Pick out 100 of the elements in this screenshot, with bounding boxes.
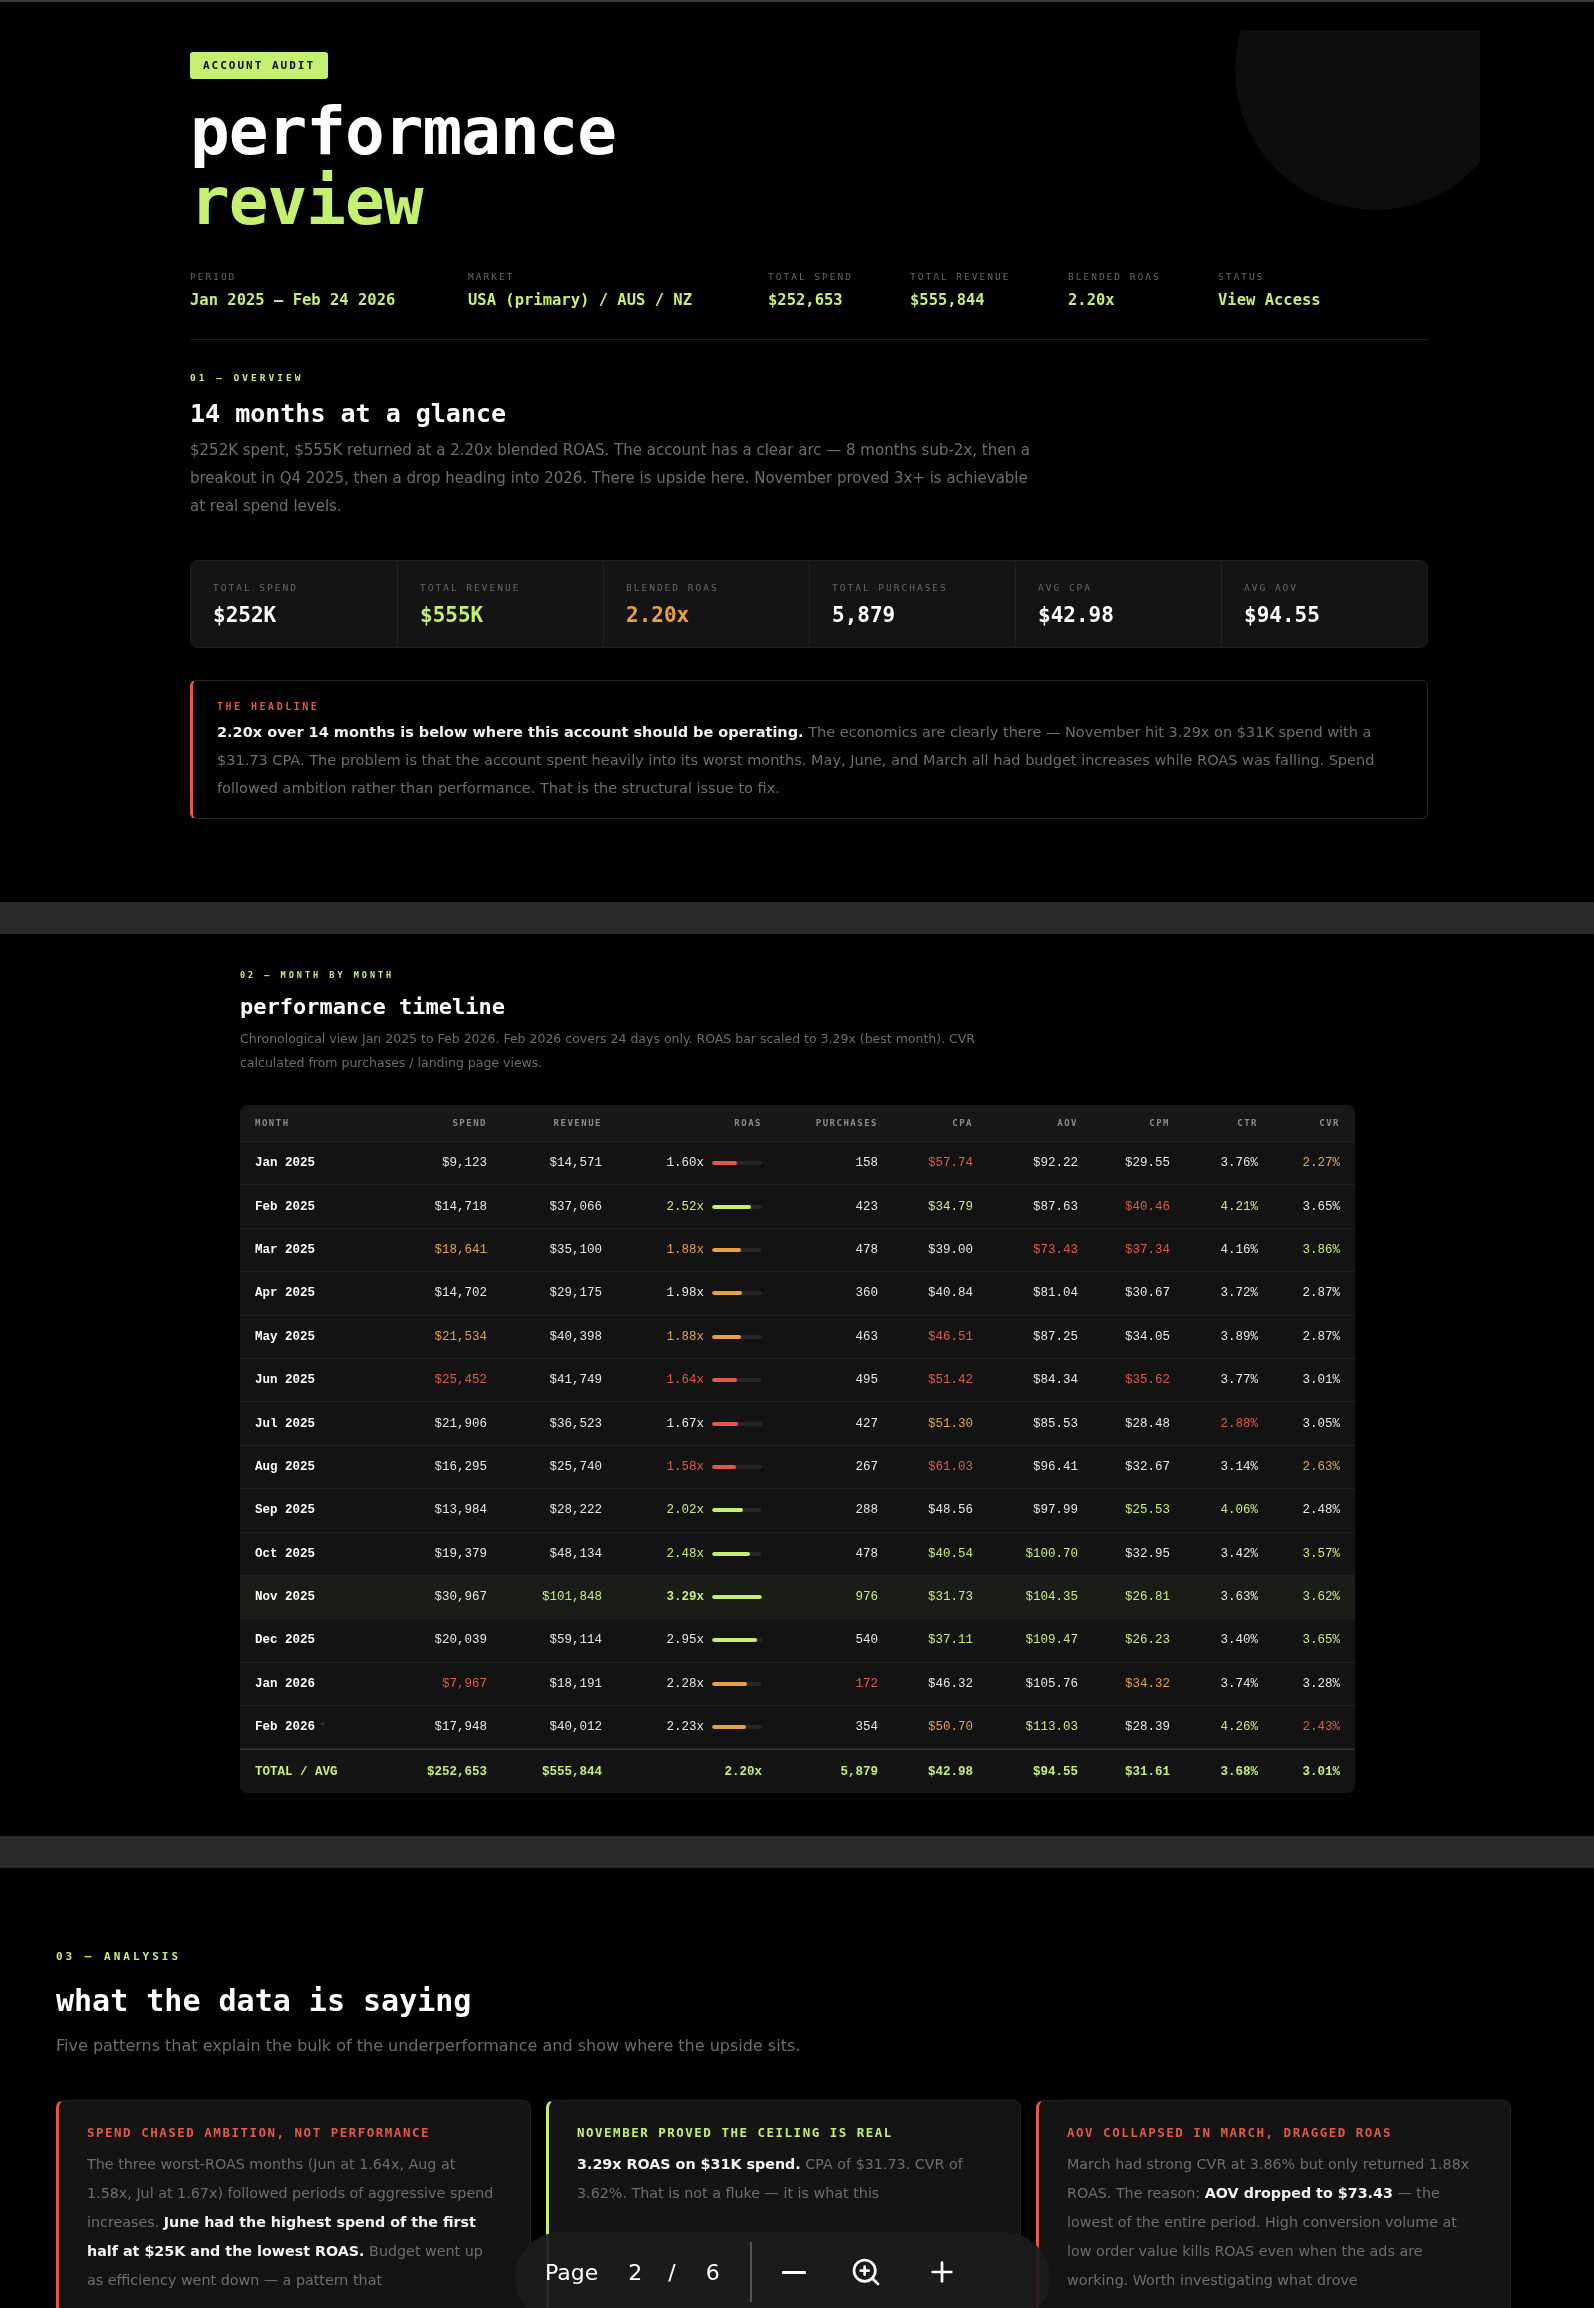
month-cell: Feb 2025 <box>255 1199 315 1214</box>
table-cell-text: 3.89% <box>1219 1329 1258 1344</box>
table-cell-text: 2.88% <box>1219 1416 1258 1431</box>
table-cell-text: $31.61 <box>1124 1764 1170 1779</box>
section-heading: what the data is saying <box>56 1983 473 2018</box>
card-text: The three worst-ROAS months (Jun at 1.64x, Aug at 1.58x, Jul at 1.67x) followed periods of aggressive spend increases. June had the highest spend of the first half at $25K and the lowest ROAS. Budget went up as efficiency went down — a pattern that <box>87 2155 495 2290</box>
table-cell-text: 158 <box>854 1156 878 1171</box>
stat-label: TOTAL REVENUE <box>420 581 522 593</box>
section-heading: performance timeline <box>240 994 506 1019</box>
table-cell-text: 3.42% <box>1219 1546 1258 1561</box>
table-cell-text: $40.46 <box>1124 1199 1170 1214</box>
month-cell: Aug 2025 <box>255 1459 315 1474</box>
stat-label: AVG AOV <box>1244 581 1300 593</box>
table-cell-text: 2.48% <box>1301 1503 1340 1518</box>
table-cell-text: $46.51 <box>927 1329 973 1344</box>
card-title: NOVEMBER PROVED THE CEILING IS REAL <box>577 2125 894 2140</box>
table-cell-text: $28.48 <box>1124 1416 1170 1431</box>
page-label: Page <box>545 2259 599 2285</box>
meta-label: MARKET <box>468 271 516 282</box>
table-cell-text: 976 <box>854 1590 878 1605</box>
table-cell-text: $104.35 <box>1024 1590 1078 1605</box>
table-cell-text: 463 <box>854 1329 878 1344</box>
table-cell-text: $25.53 <box>1124 1503 1170 1518</box>
table-cell-text: $30,967 <box>433 1590 487 1605</box>
table-cell-text: 2.20x <box>723 1764 762 1779</box>
table-cell-text: 4.16% <box>1219 1242 1258 1257</box>
table-cell-text: 478 <box>854 1242 878 1257</box>
column-header: AOV <box>1056 1118 1078 1128</box>
page-number[interactable]: 2 <box>628 2259 643 2285</box>
table-cell-text: 2.27% <box>1301 1156 1340 1171</box>
table-cell: 2.52x <box>666 1199 704 1214</box>
table-cell-text: 540 <box>854 1633 878 1648</box>
table-cell-text: $50.70 <box>927 1720 973 1735</box>
table-cell-text: 3.68% <box>1219 1764 1258 1779</box>
column-header: ROAS <box>733 1118 762 1128</box>
table-cell-text: $39.00 <box>927 1242 973 1257</box>
table-cell-text: $46.32 <box>927 1676 973 1691</box>
table-cell-text: $14,571 <box>548 1156 602 1171</box>
month-cell: Dec 2025 <box>255 1633 315 1648</box>
table-cell-text: 172 <box>854 1676 878 1691</box>
table-cell-text: $81.04 <box>1032 1286 1078 1301</box>
table-cell-text: $48.56 <box>927 1503 973 1518</box>
month-cell: Sep 2025 <box>255 1503 315 1518</box>
table-cell-text: 2.87% <box>1301 1329 1340 1344</box>
section-label: 03 — ANALYSIS <box>56 1950 183 1963</box>
table-cell-text: $37,066 <box>548 1199 602 1214</box>
meta-value: $252,653 <box>768 291 844 309</box>
table-cell-text: $13,984 <box>433 1503 487 1518</box>
meta-label: TOTAL SPEND <box>768 271 854 282</box>
section-intro: $252K spent, $555K returned at a 2.20x blended ROAS. The account has a clear arc — 8 months sub-2x, then a breakout in Q4 2025, then a drop heading into 2026. There is upside here. November proved 3x+ is achievable at real spend levels. <box>190 440 1030 517</box>
table-cell-text: 354 <box>854 1720 878 1735</box>
audit-badge: ACCOUNT AUDIT <box>190 52 329 79</box>
card-text: 3.29x ROAS on $31K spend. CPA of $31.73. CVR of 3.62%. That is not a fluke — it is what this <box>577 2155 964 2203</box>
table-cell-text: $26.81 <box>1124 1590 1170 1605</box>
stat-label: AVG CPA <box>1038 581 1094 593</box>
table-cell-text: $73.43 <box>1032 1242 1078 1257</box>
total-label: TOTAL / AVG <box>255 1764 339 1779</box>
table-cell-text: 4.06% <box>1219 1503 1258 1518</box>
column-header: CPM <box>1148 1118 1170 1128</box>
table-cell-text: 423 <box>854 1199 878 1214</box>
table-cell-text: $109.47 <box>1024 1633 1078 1648</box>
table-cell-text: $32.67 <box>1124 1459 1170 1474</box>
table-cell-text: $17,948 <box>433 1720 487 1735</box>
table-cell-text: $41,749 <box>548 1373 602 1388</box>
zoom-out-button[interactable] <box>781 2270 806 2274</box>
meta-value: Jan 2025 — Feb 24 2026 <box>190 291 397 309</box>
table-cell-text: $101,848 <box>541 1590 602 1605</box>
column-header: PURCHASES <box>814 1118 878 1128</box>
table-cell-text: $92.22 <box>1032 1156 1078 1171</box>
section-label: 02 — MONTH BY MONTH <box>240 970 396 980</box>
table-cell-text: $20,039 <box>433 1633 487 1648</box>
table-cell-text: 3.01% <box>1301 1373 1340 1388</box>
month-cell: Jul 2025 <box>255 1416 315 1431</box>
card-title: AOV COLLAPSED IN MARCH, DRAGGED ROAS <box>1067 2125 1393 2140</box>
table-cell-text: $57.74 <box>927 1156 973 1171</box>
table-cell-text: $29,175 <box>548 1286 602 1301</box>
table-cell-text: $25,452 <box>433 1373 487 1388</box>
stat-label: TOTAL PURCHASES <box>832 581 949 593</box>
month-cell: Nov 2025 <box>255 1590 315 1605</box>
table-cell-text: $34.32 <box>1124 1676 1170 1691</box>
table-cell-text: 3.65% <box>1301 1199 1340 1214</box>
table-cell-text: $84.34 <box>1032 1373 1078 1388</box>
stat-value: $94.55 <box>1244 602 1321 627</box>
table-cell-text: 3.76% <box>1219 1156 1258 1171</box>
section-intro: Five patterns that explain the bulk of the underperformance and show where the upside sits. <box>56 2035 802 2057</box>
table-cell: 1.64x <box>666 1373 704 1388</box>
table-cell-text: 495 <box>854 1373 878 1388</box>
table-cell-text: $30.67 <box>1124 1286 1170 1301</box>
table-cell: 1.67x <box>666 1416 704 1431</box>
table-cell-text: $32.95 <box>1124 1546 1170 1561</box>
column-header: REVENUE <box>552 1118 602 1128</box>
table-cell-text: $9,123 <box>441 1156 487 1171</box>
month-cell: Mar 2025 <box>255 1242 315 1257</box>
stat-label: BLENDED ROAS <box>626 581 720 593</box>
table-cell-text: 2.63% <box>1301 1459 1340 1474</box>
table-cell-text: $61.03 <box>927 1459 973 1474</box>
table-cell-text: 2.87% <box>1301 1286 1340 1301</box>
table-cell-text: 3.65% <box>1301 1633 1340 1648</box>
table-cell: 1.58x <box>666 1459 704 1474</box>
table-cell-text: 5,879 <box>839 1764 878 1779</box>
